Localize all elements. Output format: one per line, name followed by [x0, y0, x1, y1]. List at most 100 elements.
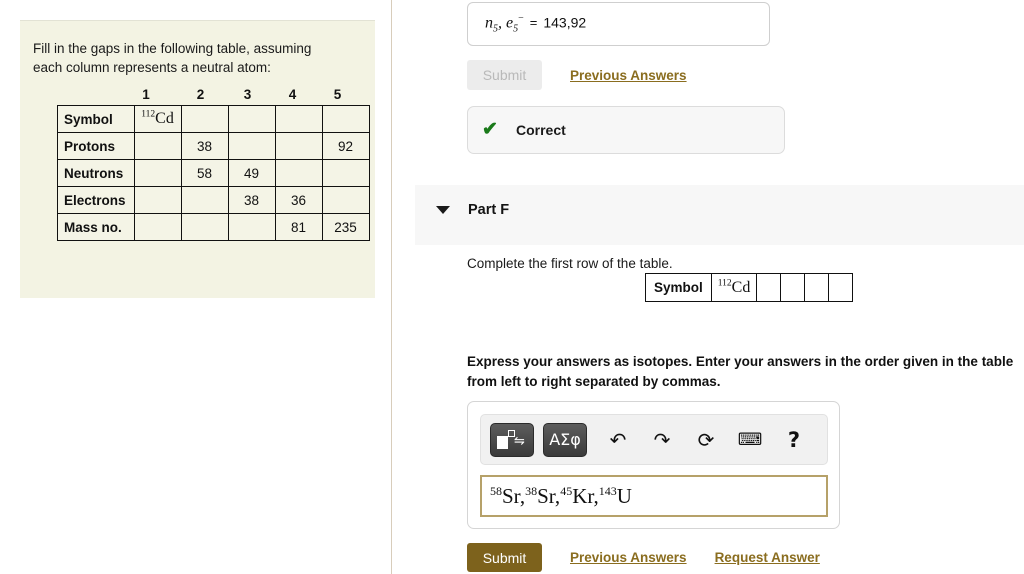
problem-prompt-line2: each column represents a neutral atom: — [33, 60, 271, 76]
submit-button[interactable]: Submit — [467, 543, 542, 572]
cell-neutrons-4 — [274, 159, 323, 188]
prev-var1: n — [485, 14, 493, 32]
problem-prompt: Fill in the gaps in the following table,… — [33, 39, 353, 77]
cell-electrons-2 — [180, 186, 229, 215]
prev-var2-sub: 5 — [513, 23, 519, 35]
part-title: Part F — [468, 202, 510, 218]
cell-electrons-1 — [133, 186, 182, 215]
cell-symbol-2 — [180, 105, 229, 134]
request-answer-link[interactable]: Request Answer — [715, 550, 820, 565]
column-header-4: 4 — [288, 87, 297, 103]
chem-table-wrap: 1 2 3 4 5 Symbol 112Cd Protons 38 92 Neu… — [57, 87, 375, 242]
symbol-row-table: Symbol 112Cd — [645, 273, 854, 302]
cell-protons-4 — [274, 132, 323, 161]
answer-sup-3: 45 — [560, 483, 573, 498]
undo-icon[interactable]: ↶ — [599, 423, 637, 457]
previous-answers-link-top[interactable]: Previous Answers — [570, 68, 687, 83]
prev-var2-charge: − — [518, 13, 524, 24]
cell-electrons-5 — [321, 186, 370, 215]
cell-protons-2: 38 — [180, 132, 229, 161]
row-label-symbol: Symbol — [57, 105, 135, 134]
answer-sup-1: 58 — [490, 483, 502, 498]
symbol-row-blank-1 — [756, 273, 782, 302]
reset-icon[interactable]: ⟳ — [687, 423, 725, 457]
answer-input[interactable]: 58Sr,38Sr,45Kr,143U — [480, 475, 828, 517]
answer-entry-box: ⇋ ΑΣφ ↶ ↷ ⟳ ⌨ ? 58Sr,38Sr,45Kr,143U — [467, 401, 840, 529]
cell-mass-3 — [227, 213, 276, 242]
right-answer-panel: n5, e5− = 143,92 Submit Previous Answers ✔… — [415, 0, 1024, 574]
cell-neutrons-1 — [133, 159, 182, 188]
feedback-correct-box: ✔ Correct — [467, 106, 785, 154]
isotope-notation: 112Cd — [141, 110, 174, 127]
chem-table: Symbol 112Cd Protons 38 92 Neutrons 58 4… — [57, 105, 370, 242]
previous-answers-link[interactable]: Previous Answers — [570, 550, 687, 565]
answer-sup-2: 38 — [525, 483, 538, 498]
column-header-5: 5 — [333, 87, 342, 103]
previous-answer-math: n5, e5− = 143,92 — [485, 13, 586, 35]
column-header-1: 1 — [142, 87, 150, 103]
answer-text-4: U — [616, 483, 632, 508]
template-swap-arrows: ⇋ — [514, 433, 525, 449]
isotope-notation: 112Cd — [717, 278, 751, 296]
template-filled-square — [497, 435, 508, 449]
left-problem-panel: Fill in the gaps in the following table,… — [20, 20, 375, 298]
caret-down-icon[interactable] — [436, 206, 450, 214]
feedback-label: Correct — [516, 122, 566, 138]
cell-symbol-4 — [274, 105, 323, 134]
symbol-row-blank-2 — [780, 273, 806, 302]
cell-neutrons-3: 49 — [227, 159, 276, 188]
cell-mass-4: 81 — [274, 213, 323, 242]
cell-symbol-5 — [321, 105, 370, 134]
cell-protons-1 — [133, 132, 182, 161]
symbol-row-blank-4 — [828, 273, 854, 302]
answer-sup-4: 143 — [598, 483, 617, 498]
row-label-mass-no: Mass no. — [57, 213, 135, 242]
answer-text-3: Kr, — [572, 483, 599, 508]
cell-protons-3 — [227, 132, 276, 161]
math-toolbar: ⇋ ΑΣφ ↶ ↷ ⟳ ⌨ ? — [480, 414, 828, 465]
keyboard-icon[interactable]: ⌨ — [731, 423, 769, 457]
cell-protons-5: 92 — [321, 132, 370, 161]
table-row: Symbol 112Cd — [645, 273, 854, 302]
submit-button-disabled: Submit — [467, 60, 542, 90]
redo-icon[interactable]: ↷ — [643, 423, 681, 457]
answer-value: 58Sr,38Sr,45Kr,143U — [490, 484, 632, 509]
isotope-element: Cd — [731, 278, 751, 296]
cell-neutrons-5 — [321, 159, 370, 188]
cell-electrons-4: 36 — [274, 186, 323, 215]
submit-action-row: Submit Previous Answers Request Answer — [467, 543, 820, 572]
greek-symbols-button[interactable]: ΑΣφ — [543, 422, 587, 457]
cell-symbol-1: 112Cd — [133, 105, 182, 134]
row-label-electrons: Electrons — [57, 186, 135, 215]
isotope-mass: 112 — [717, 278, 732, 289]
prev-value: 143,92 — [543, 14, 587, 31]
row-label-neutrons: Neutrons — [57, 159, 135, 188]
table-row: Neutrons 58 49 — [57, 159, 370, 188]
symbol-row-blank-3 — [804, 273, 830, 302]
previous-answer-field[interactable]: n5, e5− = 143,92 — [467, 2, 770, 46]
template-toggle-icon[interactable]: ⇋ — [490, 422, 534, 457]
prev-equals: = — [529, 15, 538, 31]
express-instruction-line1: Express your answers as isotopes. Enter … — [467, 354, 978, 369]
table-row: Mass no. 81 235 — [57, 213, 370, 242]
part-instruction: Complete the first row of the table. — [467, 256, 673, 271]
table-row: Electrons 38 36 — [57, 186, 370, 215]
check-icon: ✔ — [482, 119, 498, 140]
column-header-3: 3 — [243, 87, 252, 103]
table-row: Protons 38 92 — [57, 132, 370, 161]
cell-neutrons-2: 58 — [180, 159, 229, 188]
help-icon[interactable]: ? — [775, 423, 813, 457]
page-root: Fill in the gaps in the following table,… — [0, 0, 1024, 574]
cell-electrons-3: 38 — [227, 186, 276, 215]
isotope-mass: 112 — [141, 110, 156, 121]
column-header-2: 2 — [196, 87, 205, 103]
panel-divider — [391, 0, 392, 574]
row-label-protons: Protons — [57, 132, 135, 161]
answer-text-1: Sr, — [502, 483, 526, 508]
problem-prompt-line1: Fill in the gaps in the following table,… — [33, 41, 312, 56]
cell-mass-2 — [180, 213, 229, 242]
cell-mass-5: 235 — [321, 213, 370, 242]
part-f-header-band[interactable]: Part F — [415, 185, 1024, 245]
table-row: Symbol 112Cd — [57, 105, 370, 134]
cell-mass-1 — [133, 213, 182, 242]
